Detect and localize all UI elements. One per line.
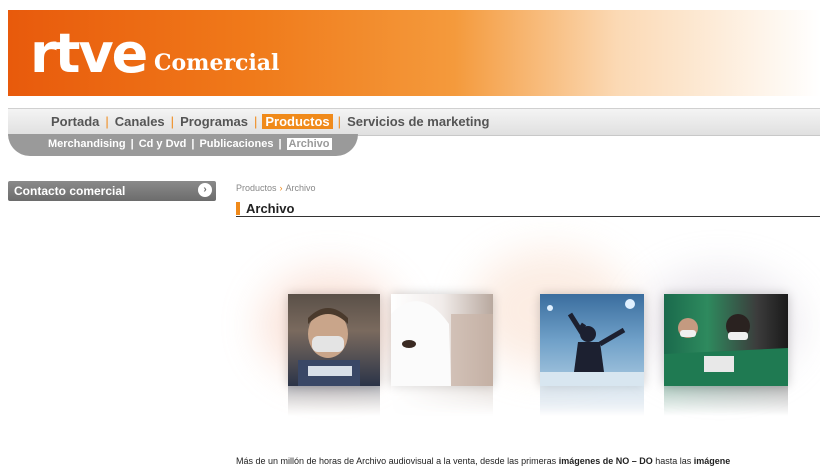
nav-productos[interactable]: Productos	[262, 114, 333, 129]
subnav-merchandising[interactable]: Merchandising	[48, 138, 126, 150]
nav-separator: |	[337, 114, 342, 129]
subnav-separator: |	[191, 138, 195, 150]
nav-canales[interactable]: Canales	[114, 114, 166, 129]
title-accent-mark	[236, 202, 240, 215]
nav-separator: |	[253, 114, 258, 129]
breadcrumb-current: Archivo	[285, 183, 316, 193]
photo-reflection	[288, 386, 380, 416]
page-title-bar: Archivo	[236, 201, 820, 217]
main-nav: Portada | Canales | Programas | Productos | Serv…	[8, 108, 820, 136]
archive-description: Más de un millón de horas de Archivo aud…	[236, 456, 820, 466]
breadcrumb: Productos › Archivo	[236, 183, 316, 193]
photo-crowd-masks[interactable]	[664, 294, 788, 386]
nav-servicios-marketing[interactable]: Servicios de marketing	[346, 114, 490, 129]
nav-portada[interactable]: Portada	[50, 114, 100, 129]
nav-separator: |	[105, 114, 109, 129]
subnav-cd-dvd[interactable]: Cd y Dvd	[139, 138, 187, 150]
nav-programas[interactable]: Programas	[179, 114, 249, 129]
contact-label: Contacto comercial	[14, 184, 126, 198]
subnav-publicaciones[interactable]: Publicaciones	[199, 138, 273, 150]
desc-part-2: hasta las	[652, 456, 694, 466]
breadcrumb-arrow-icon: ›	[279, 183, 283, 193]
hooded-figure-image	[391, 301, 493, 386]
photo-hooded-figure[interactable]	[391, 294, 493, 386]
photo-rock-singer[interactable]	[540, 294, 644, 386]
desc-bold-1: imágenes de NO – DO	[558, 456, 653, 466]
protester-image	[298, 308, 360, 386]
nav-separator: |	[170, 114, 175, 129]
desc-part-1: Más de un millón de horas de Archivo aud…	[236, 456, 559, 466]
desc-bold-2: imágene	[693, 456, 731, 466]
contact-button[interactable]: Contacto comercial ›	[8, 181, 216, 201]
rtve-logo[interactable]: rtve	[30, 24, 148, 84]
photo-reflection	[540, 386, 644, 416]
logo-subtitle: Comercial	[154, 50, 280, 76]
header-banner: rtve Comercial	[8, 10, 820, 96]
subnav-separator: |	[278, 138, 282, 150]
photo-gallery	[260, 250, 820, 440]
breadcrumb-parent[interactable]: Productos	[236, 183, 277, 193]
sub-nav: Merchandising | Cd y Dvd | Publicaciones | Arc…	[8, 134, 358, 156]
chevron-right-icon: ›	[198, 183, 212, 197]
photo-reflection	[664, 386, 788, 416]
subnav-separator: |	[130, 138, 134, 150]
photo-protester-masked[interactable]	[288, 294, 380, 386]
crowd-masks-image	[664, 314, 788, 386]
photo-reflection	[391, 386, 493, 416]
rock-singer-image	[540, 299, 644, 386]
page-title: Archivo	[246, 201, 295, 216]
subnav-archivo[interactable]: Archivo	[286, 138, 332, 150]
